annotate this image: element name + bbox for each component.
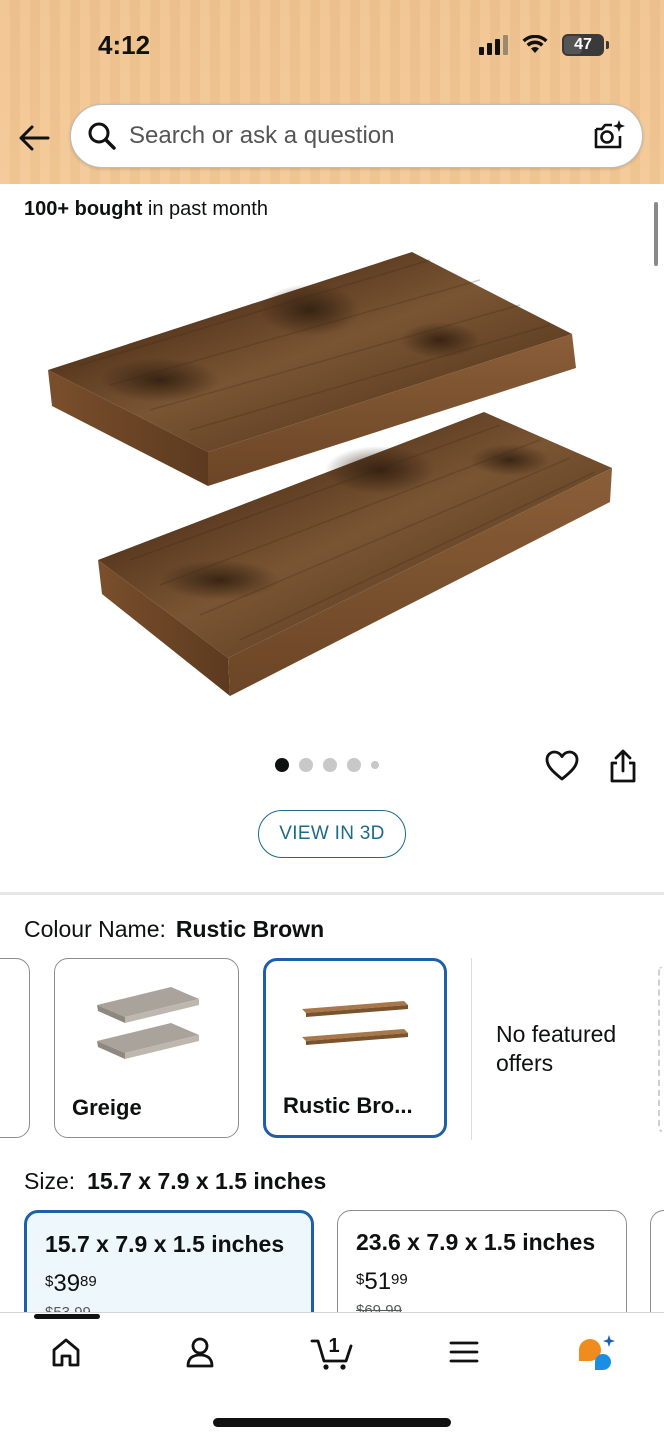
- search-placeholder: Search or ask a question: [129, 122, 395, 149]
- rustic-brown-shelf-thumbnail: [302, 1001, 408, 1045]
- person-icon: [186, 1337, 214, 1368]
- nav-rufus-assistant[interactable]: [574, 1330, 618, 1374]
- active-tab-indicator: [34, 1314, 100, 1319]
- home-icon: [52, 1338, 80, 1367]
- section-divider: [0, 892, 664, 895]
- header: 4:12 47 Search or ask a question: [0, 0, 664, 184]
- cart-icon: 1: [310, 1335, 353, 1370]
- hamburger-menu-icon: [449, 1341, 479, 1363]
- camera-search-icon[interactable]: [592, 119, 626, 153]
- nav-home[interactable]: [44, 1330, 88, 1374]
- size-label: Size:: [24, 1168, 76, 1194]
- colour-name-value: Rustic Brown: [175, 916, 325, 942]
- colour-name-row: Colour Name: Rustic Brown: [24, 916, 324, 943]
- battery-percent: 47: [574, 36, 592, 53]
- share-icon: [610, 749, 636, 783]
- scrollbar[interactable]: [654, 202, 658, 266]
- gallery-dot[interactable]: [347, 758, 361, 772]
- greige-shelf-thumbnail: [97, 987, 199, 1059]
- cart-count: 1: [328, 1335, 339, 1357]
- price-currency: $: [356, 1271, 365, 1288]
- product-page: 4:12 47 Search or ask a question 100+ bo…: [0, 0, 664, 1440]
- nav-cart[interactable]: 1: [310, 1330, 354, 1374]
- gallery-dot[interactable]: [299, 758, 313, 772]
- home-indicator: [213, 1418, 451, 1427]
- colour-swatch-rustic-brown[interactable]: Rustic Bro...: [263, 958, 447, 1138]
- back-button[interactable]: [14, 118, 54, 158]
- status-icons: 47: [479, 34, 609, 56]
- wifi-icon: [522, 35, 548, 53]
- size-option-name: 15.7 x 7.9 x 1.5 inches: [45, 1231, 285, 1257]
- price-cents: 99: [391, 1271, 408, 1288]
- bought-count: 100+ bought: [24, 198, 143, 220]
- search-icon: [87, 120, 119, 152]
- size-option-price: $39 89: [45, 1270, 293, 1298]
- no-featured-offers: No featured offers: [496, 1021, 617, 1076]
- bought-in-past-month: 100+ bought in past month: [24, 198, 268, 221]
- size-option-price: $51 99: [356, 1268, 608, 1296]
- arrow-left-icon: [19, 125, 50, 151]
- colour-name-label: Colour Name:: [24, 916, 166, 942]
- gallery-dot[interactable]: [371, 761, 379, 769]
- gallery-dot[interactable]: [275, 758, 289, 772]
- gallery-dot[interactable]: [323, 758, 337, 772]
- share-button[interactable]: [606, 748, 640, 784]
- price-cents: 89: [80, 1273, 97, 1290]
- price-currency: $: [45, 1273, 54, 1290]
- battery-icon: 47: [562, 34, 609, 56]
- size-value: 15.7 x 7.9 x 1.5 inches: [87, 1168, 327, 1194]
- size-row: Size: 15.7 x 7.9 x 1.5 inches: [24, 1168, 326, 1195]
- heart-icon: [545, 750, 579, 781]
- nav-account[interactable]: [178, 1330, 222, 1374]
- price-whole: 51: [364, 1268, 392, 1295]
- colour-swatch-greige[interactable]: Greige: [54, 958, 239, 1138]
- nav-menu[interactable]: [442, 1330, 486, 1374]
- image-pagination[interactable]: [275, 758, 379, 772]
- price-whole: 39: [53, 1270, 81, 1297]
- swatch-label: Rustic Bro...: [283, 1093, 413, 1118]
- bought-period: in past month: [142, 198, 268, 220]
- size-option-name: 23.6 x 7.9 x 1.5 inches: [356, 1229, 596, 1255]
- wishlist-button[interactable]: [544, 748, 580, 784]
- swatch-label: Greige: [72, 1095, 142, 1120]
- rufus-assistant-icon: [579, 1335, 615, 1370]
- product-image[interactable]: [40, 240, 630, 710]
- swatch-separator: [471, 958, 472, 1140]
- colour-swatch-next[interactable]: [658, 966, 662, 1132]
- search-input[interactable]: Search or ask a question: [70, 104, 643, 168]
- view-in-3d-button[interactable]: VIEW IN 3D: [258, 810, 406, 858]
- cellular-signal-icon: [479, 35, 508, 55]
- status-time: 4:12: [98, 30, 151, 60]
- colour-swatch-previous[interactable]: [0, 958, 30, 1138]
